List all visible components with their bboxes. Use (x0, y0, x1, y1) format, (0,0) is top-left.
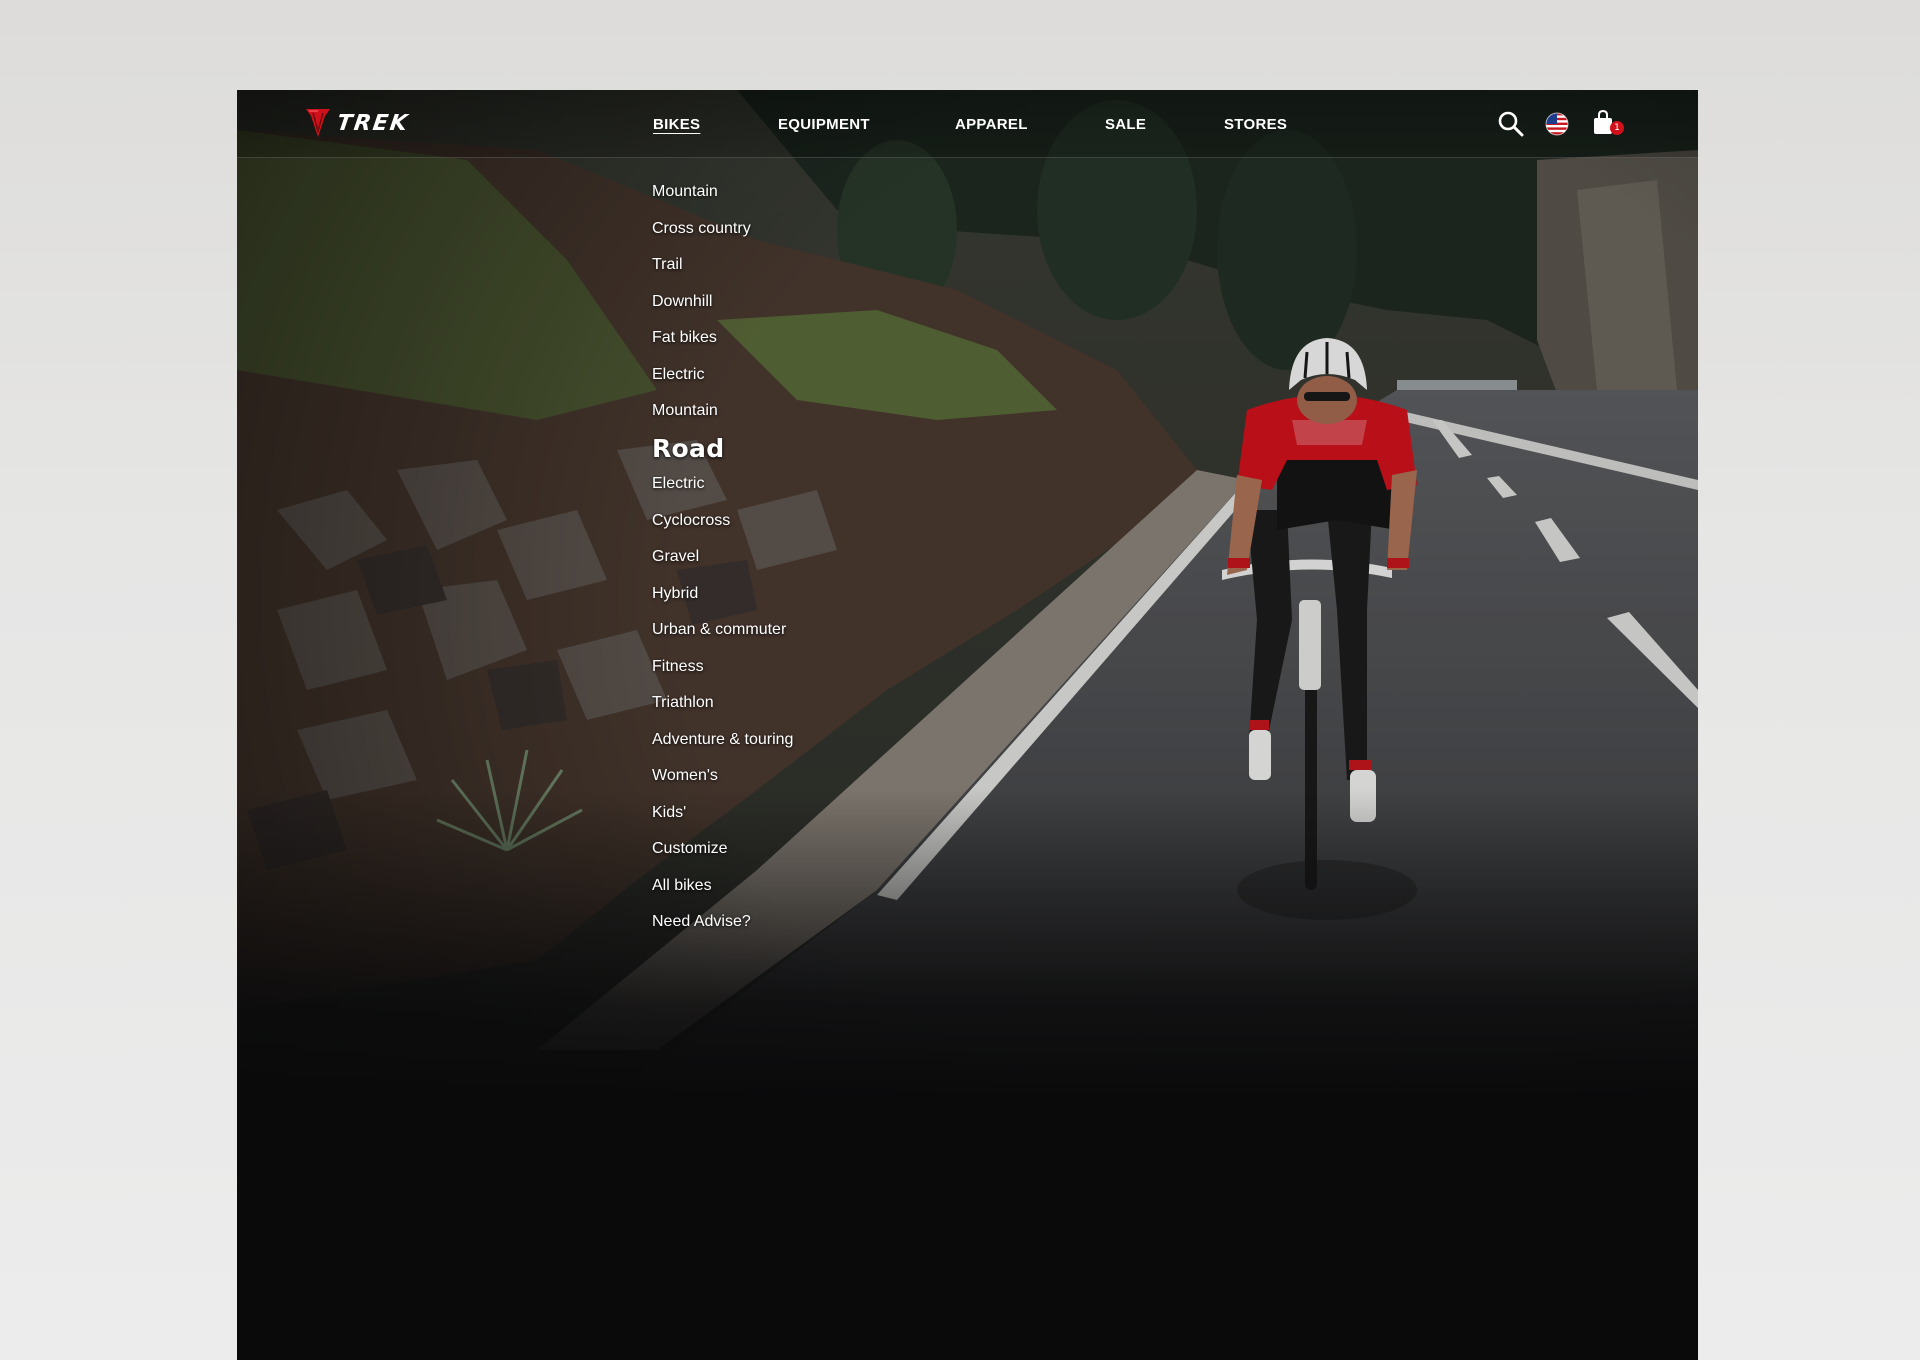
shopping-bag-icon[interactable]: 1 (1592, 109, 1624, 141)
menu-item-adventure-touring[interactable]: Adventure & touring (652, 730, 793, 767)
menu-item-all-bikes[interactable]: All bikes (652, 876, 793, 913)
page-frame: TREK BIKES EQUIPMENT APPAREL SALE STORES (237, 90, 1698, 1360)
nav-apparel[interactable]: APPAREL (955, 116, 1028, 133)
menu-item-kids[interactable]: Kids' (652, 803, 793, 840)
nav-equipment[interactable]: EQUIPMENT (778, 116, 870, 133)
site-header: TREK BIKES EQUIPMENT APPAREL SALE STORES (237, 90, 1698, 158)
menu-item-downhill[interactable]: Downhill (652, 292, 793, 329)
menu-item-customize[interactable]: Customize (652, 839, 793, 876)
nav-sale[interactable]: SALE (1105, 116, 1146, 133)
menu-item-cyclocross[interactable]: Cyclocross (652, 511, 793, 548)
menu-item-electric-road[interactable]: Electric (652, 474, 793, 511)
menu-item-urban-commuter[interactable]: Urban & commuter (652, 620, 793, 657)
bikes-dropdown-menu: Mountain Cross country Trail Downhill Fa… (652, 182, 793, 949)
menu-item-triathlon[interactable]: Triathlon (652, 693, 793, 730)
menu-item-gravel[interactable]: Gravel (652, 547, 793, 584)
menu-item-trail[interactable]: Trail (652, 255, 793, 292)
menu-item-hybrid[interactable]: Hybrid (652, 584, 793, 621)
brand-logo[interactable]: TREK (305, 106, 411, 140)
menu-item-electric-mountain[interactable]: Electric (652, 365, 793, 402)
menu-item-need-advise[interactable]: Need Advise? (652, 912, 793, 949)
menu-item-mountain[interactable]: Mountain (652, 182, 793, 219)
nav-bikes[interactable]: BIKES (653, 116, 700, 133)
hero-image (237, 90, 1698, 1360)
search-icon[interactable] (1497, 110, 1525, 143)
menu-item-fitness[interactable]: Fitness (652, 657, 793, 694)
nav-stores[interactable]: STORES (1224, 116, 1287, 133)
brand-wordmark: TREK (335, 110, 411, 136)
trek-logo-icon (306, 109, 330, 137)
menu-item-cross-country[interactable]: Cross country (652, 219, 793, 256)
menu-item-road[interactable]: Road (652, 434, 793, 475)
us-flag-icon[interactable] (1545, 112, 1569, 141)
menu-item-fat-bikes[interactable]: Fat bikes (652, 328, 793, 365)
menu-item-womens[interactable]: Women's (652, 766, 793, 803)
cart-count-badge: 1 (1610, 121, 1624, 135)
menu-item-mountain-2[interactable]: Mountain (652, 401, 793, 438)
